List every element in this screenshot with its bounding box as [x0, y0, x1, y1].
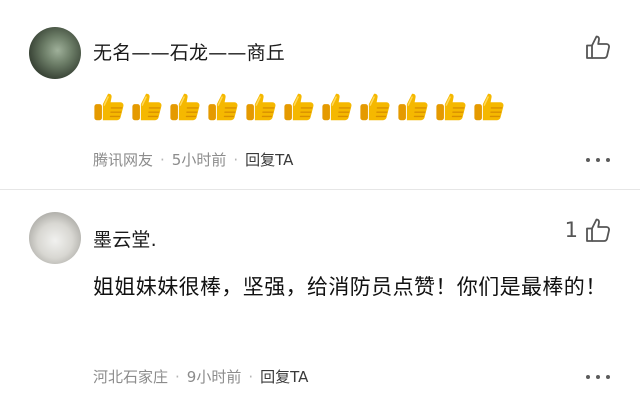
thumbs-up-emoji [132, 93, 162, 121]
comment-meta: 河北石家庄 · 9小时前 · 回复TA [93, 366, 308, 387]
more-options-icon[interactable] [586, 155, 610, 165]
like-button[interactable] [578, 33, 612, 61]
thumbs-up-emoji [208, 93, 238, 121]
thumbs-up-outline-icon [586, 218, 610, 242]
user-avatar[interactable] [29, 212, 81, 264]
reply-button[interactable]: 回复TA [245, 149, 293, 170]
meta-separator: · [175, 367, 180, 386]
comment-item: 墨云堂. 姐姐妹妹很棒，坚强，给消防员点赞！你们是最棒的！ 河北石家庄 · 9小… [0, 190, 640, 412]
meta-separator: · [248, 367, 254, 386]
thumbs-up-emoji [246, 93, 276, 121]
thumbs-up-emoji [474, 93, 504, 121]
thumbs-up-emoji [398, 93, 428, 121]
more-options-icon[interactable] [586, 372, 610, 382]
thumbs-up-emoji [360, 93, 390, 121]
like-button[interactable]: 1 [565, 216, 612, 244]
meta-separator: · [160, 150, 165, 169]
thumbs-up-emoji [170, 93, 200, 121]
comment-location: 河北石家庄 [93, 368, 169, 386]
reply-button[interactable]: 回复TA [260, 366, 308, 387]
like-count: 1 [564, 218, 578, 242]
comment-location: 腾讯网友 [93, 151, 154, 169]
comment-username[interactable]: 墨云堂. [93, 225, 157, 252]
thumbs-up-emoji [436, 93, 466, 121]
user-avatar[interactable] [29, 27, 81, 79]
comment-time: 5小时前 [171, 151, 227, 169]
comment-meta: 腾讯网友 · 5小时前 · 回复TA [93, 149, 293, 170]
comment-time: 9小时前 [186, 368, 242, 386]
thumbs-up-outline-icon [586, 35, 610, 59]
meta-separator: · [233, 150, 239, 169]
comment-username[interactable]: 无名——石龙——商丘 [93, 38, 285, 65]
emoji-content [92, 90, 507, 124]
comment-text: 姐姐妹妹很棒，坚强，给消防员点赞！你们是最棒的！ [93, 275, 607, 299]
thumbs-up-emoji [94, 93, 124, 121]
thumbs-up-emoji [322, 93, 352, 121]
thumbs-up-emoji [284, 93, 314, 121]
comment-item: 无名——石龙——商丘 腾讯网友 · 5小时前 · 回复TA [0, 0, 640, 190]
